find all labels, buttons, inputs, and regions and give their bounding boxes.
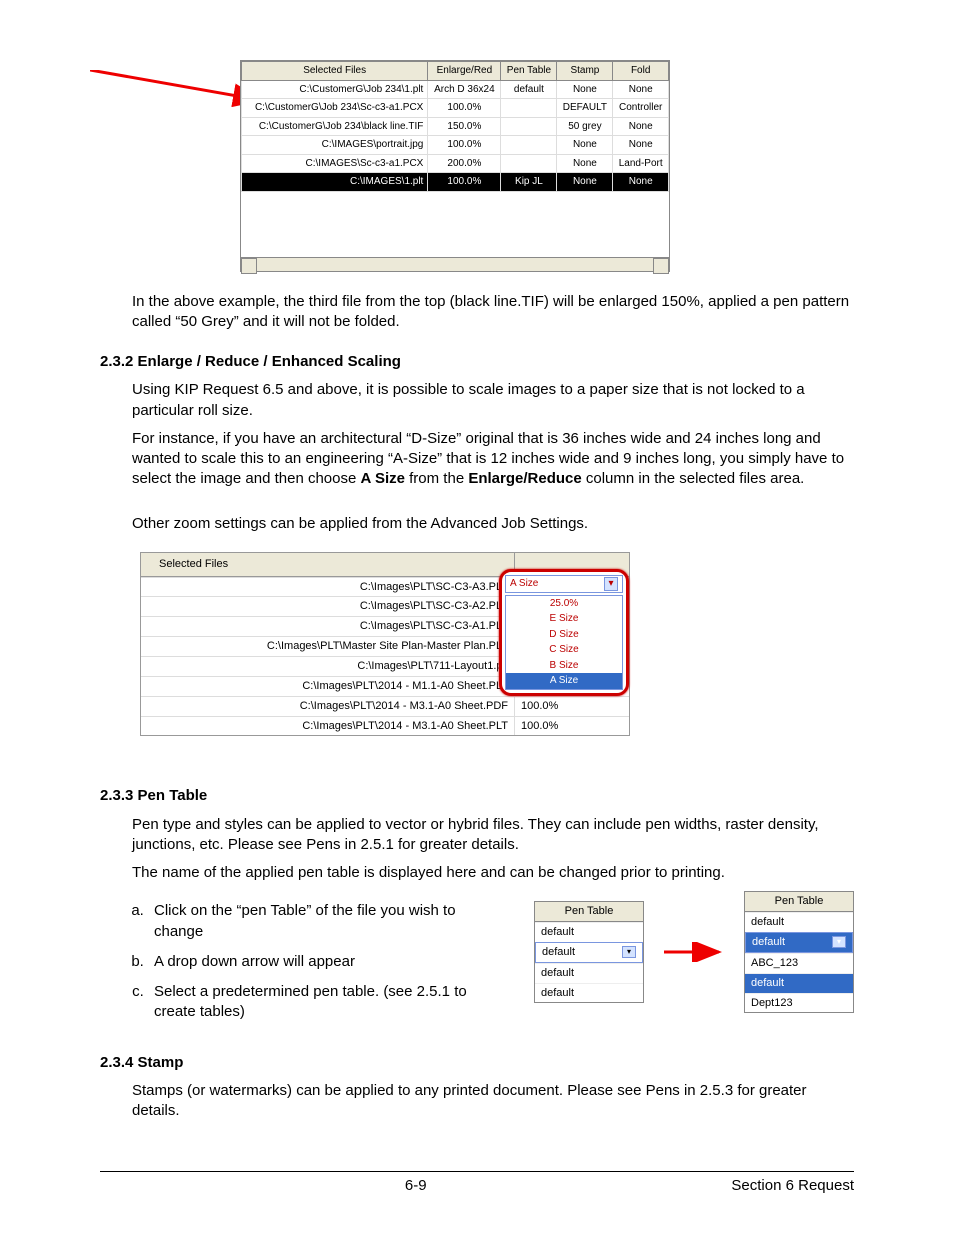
pentable-after[interactable]: Pen Tabledefaultdefault▾ABC_123defaultDe… xyxy=(744,891,854,1013)
para-234: Stamps (or watermarks) can be applied to… xyxy=(132,1081,854,1122)
page-footer: 6-9 Section 6 Request xyxy=(100,1171,854,1196)
table-row[interactable]: C:\Images\PLT\2014 - M3.1-A0 Sheet.PDF10… xyxy=(141,696,629,716)
size-option[interactable]: B Size xyxy=(506,658,622,674)
size-dropdown-list[interactable]: 25.0%E SizeD SizeC SizeB SizeA Size xyxy=(505,595,623,690)
table-row[interactable]: C:\CustomerG\Job 234\1.pltArch D 36x24de… xyxy=(242,80,669,99)
page-number: 6-9 xyxy=(100,1176,731,1196)
col-selected-files[interactable]: Selected Files xyxy=(242,62,428,81)
fig-selected-files-1: Selected Files Enlarge/Red Pen Table Sta… xyxy=(240,60,854,272)
col-enlarge-reduce[interactable]: Enlarge/Reduce A Size ▾ 25.0%E SizeD Siz… xyxy=(514,553,629,576)
col-enlarge-red[interactable]: Enlarge/Red xyxy=(428,62,501,81)
size-option[interactable]: C Size xyxy=(506,642,622,658)
chevron-down-icon[interactable]: ▾ xyxy=(832,936,846,948)
size-dropdown-input[interactable]: A Size ▾ xyxy=(505,575,623,593)
pentable-before[interactable]: Pen Tabledefaultdefault▾defaultdefault xyxy=(534,901,644,1003)
col-pen-table[interactable]: Pen Table xyxy=(501,62,557,81)
para-232b: For instance, if you have an architectur… xyxy=(132,429,854,490)
step-c: Select a predetermined pen table. (see 2… xyxy=(148,982,494,1023)
pentable-row[interactable]: default▾ xyxy=(535,942,643,963)
size-option[interactable]: 25.0% xyxy=(506,596,622,612)
pentable-row[interactable]: default xyxy=(745,912,853,932)
table-row[interactable]: C:\IMAGES\1.plt100.0%Kip JLNoneNone xyxy=(242,173,669,192)
chevron-down-icon[interactable]: ▾ xyxy=(622,946,636,958)
fig-pentable: Pen Tabledefaultdefault▾defaultdefault P… xyxy=(534,891,854,1013)
pentable-row[interactable]: default xyxy=(535,983,643,1003)
para-233a: Pen type and styles can be applied to ve… xyxy=(132,815,854,856)
size-dropdown[interactable]: A Size ▾ 25.0%E SizeD SizeC SizeB SizeA … xyxy=(499,569,629,696)
para-example: In the above example, the third file fro… xyxy=(132,292,854,333)
pentable-row[interactable]: ABC_123 xyxy=(745,953,853,973)
pentable-row[interactable]: default xyxy=(535,963,643,983)
hscrollbar[interactable] xyxy=(241,257,669,271)
chevron-down-icon[interactable]: ▾ xyxy=(604,577,618,591)
pentable-header[interactable]: Pen Table xyxy=(535,902,643,922)
col-fold[interactable]: Fold xyxy=(613,62,669,81)
table-row[interactable]: C:\CustomerG\Job 234\black line.TIF150.0… xyxy=(242,117,669,136)
fig-selected-files-2: Selected Files Enlarge/Reduce A Size ▾ 2… xyxy=(140,552,854,737)
pentable-header[interactable]: Pen Table xyxy=(745,892,853,912)
heading-234: 2.3.4 Stamp xyxy=(100,1053,854,1073)
heading-232: 2.3.2 Enlarge / Reduce / Enhanced Scalin… xyxy=(100,352,854,372)
para-233b: The name of the applied pen table is dis… xyxy=(132,863,854,883)
selected-files-table[interactable]: Selected Files Enlarge/Red Pen Table Sta… xyxy=(241,61,669,192)
table-row[interactable]: C:\Images\PLT\2014 - M3.1-A0 Sheet.PLT10… xyxy=(141,716,629,736)
table-row[interactable]: C:\IMAGES\portrait.jpg100.0%NoneNone xyxy=(242,136,669,155)
pentable-row[interactable]: default xyxy=(745,973,853,993)
size-option[interactable]: D Size xyxy=(506,627,622,643)
col-selected-files-2[interactable]: Selected Files xyxy=(141,553,514,576)
pentable-row[interactable]: default xyxy=(535,922,643,942)
arrow-red-2 xyxy=(664,942,724,962)
size-option[interactable]: E Size xyxy=(506,611,622,627)
pentable-row[interactable]: Dept123 xyxy=(745,993,853,1013)
para-232a: Using KIP Request 6.5 and above, it is p… xyxy=(132,380,854,421)
table-row[interactable]: C:\IMAGES\Sc-c3-a1.PCX200.0%NoneLand-Por… xyxy=(242,154,669,173)
table-row[interactable]: C:\CustomerG\Job 234\Sc-c3-a1.PCX100.0%D… xyxy=(242,99,669,118)
col-stamp[interactable]: Stamp xyxy=(557,62,613,81)
heading-233: 2.3.3 Pen Table xyxy=(100,786,854,806)
size-option[interactable]: A Size xyxy=(506,673,622,689)
step-a: Click on the “pen Table” of the file you… xyxy=(148,901,494,942)
section-label: Section 6 Request xyxy=(731,1176,854,1196)
para-232c: Other zoom settings can be applied from … xyxy=(132,514,854,534)
step-b: A drop down arrow will appear xyxy=(148,952,494,972)
pentable-row[interactable]: default▾ xyxy=(745,932,853,953)
